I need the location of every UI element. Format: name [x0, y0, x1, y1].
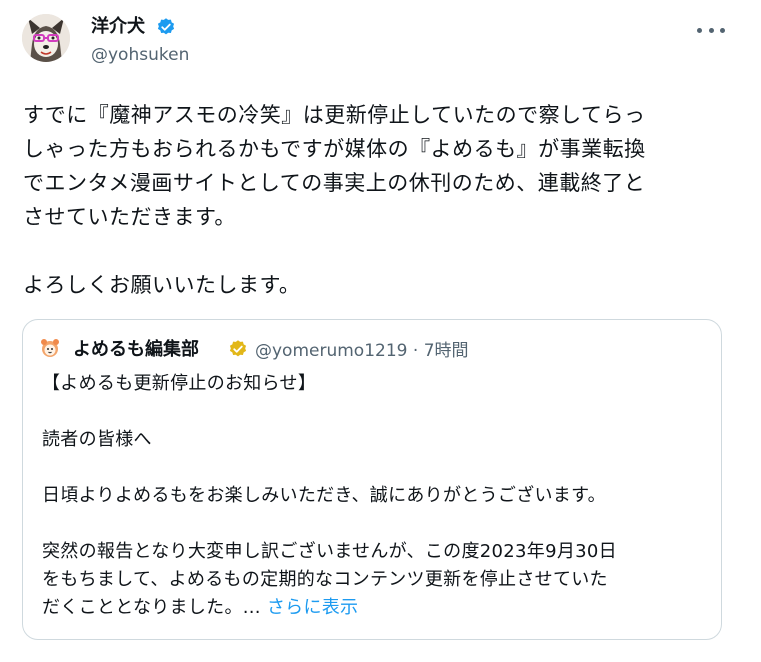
tweet-text: すでに『魔神アスモの冷笑』は更新停止していたので察してらっ しゃった方もおられる…	[23, 103, 646, 297]
show-more-link[interactable]: さらに表示	[267, 597, 359, 618]
quoted-time[interactable]: 7時間	[424, 341, 469, 361]
quoted-text-container: 【よめるも更新停止のお知らせ】 読者の皆様へ 日頃よりよめるもをお楽しみいただき…	[42, 370, 722, 622]
quoted-text: 【よめるも更新停止のお知らせ】 読者の皆様へ 日頃よりよめるもをお楽しみいただき…	[42, 373, 617, 618]
quoted-avatar[interactable]	[38, 336, 62, 360]
dog-avatar-icon	[22, 14, 70, 62]
verified-org-badge-icon	[228, 339, 248, 359]
quoted-handle[interactable]: @yomerumo1219	[255, 341, 407, 361]
meta-separator: ·	[412, 341, 419, 361]
mascot-avatar-icon	[41, 339, 59, 357]
quoted-meta: @yomerumo1219 · 7時間	[255, 339, 469, 363]
author-handle[interactable]: @yohsuken	[91, 44, 189, 66]
verified-badge-icon	[156, 17, 176, 37]
author-display-name[interactable]: 洋介犬	[91, 15, 145, 39]
more-options-icon[interactable]	[697, 20, 725, 40]
quoted-tweet[interactable]: よめるも編集部 @yomerumo1219 · 7時間 【よめるも更新停止のお知…	[22, 319, 722, 640]
author-avatar[interactable]	[22, 14, 70, 62]
quoted-display-name[interactable]: よめるも編集部	[73, 338, 199, 362]
